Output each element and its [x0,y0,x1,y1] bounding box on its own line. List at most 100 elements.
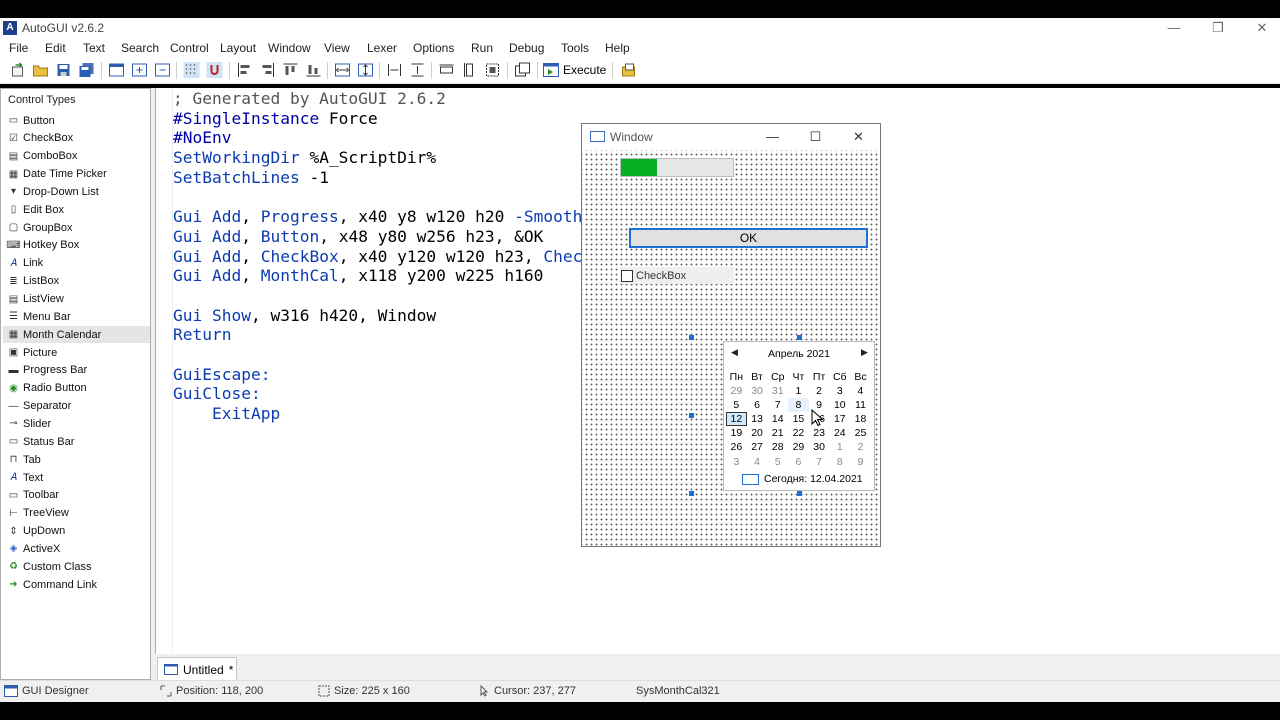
control-type-picture[interactable]: ▣ Picture [3,344,150,361]
control-type-drop-down-list[interactable]: ▾ Drop-Down List [3,183,150,200]
window-remove-icon[interactable] [154,62,171,78]
calendar-day[interactable]: 20 [747,426,768,440]
preview-window[interactable]: Window — ☐ ✕ OK CheckBox ◀ Апрель 2021 ▶… [581,123,881,547]
align-right-icon[interactable] [259,62,276,78]
menu-text[interactable]: Text [83,41,105,55]
calendar-month-label[interactable]: Апрель 2021 [724,348,874,360]
control-type-date-time-picker[interactable]: ▦ Date Time Picker [3,166,150,183]
calendar-day[interactable]: 2 [850,440,871,454]
preview-window-titlebar[interactable]: Window — ☐ ✕ [582,124,880,150]
new-file-icon[interactable] [9,62,26,78]
calendar-day[interactable]: 5 [767,455,788,469]
resize-handle-sw[interactable] [689,491,694,496]
menu-layout[interactable]: Layout [220,41,256,55]
snap-to-grid-icon[interactable] [206,62,223,78]
next-month-icon[interactable]: ▶ [861,347,868,358]
calendar-day[interactable]: 12 [726,412,747,427]
window-icon[interactable] [108,62,125,78]
calendar-day[interactable]: 5 [726,398,747,412]
calendar-day[interactable]: 6 [788,455,809,469]
grid-icon[interactable] [183,62,200,78]
calendar-day[interactable]: 28 [767,440,788,454]
control-type-updown[interactable]: ⇕ UpDown [3,523,150,540]
space-vertical-icon[interactable] [409,62,426,78]
menu-options[interactable]: Options [413,41,454,55]
control-type-listview[interactable]: ▤ ListView [3,291,150,308]
calendar-day[interactable]: 29 [788,440,809,454]
calendar-day[interactable]: 22 [788,426,809,440]
calendar-day[interactable]: 14 [767,412,788,426]
calendar-day[interactable]: 6 [747,398,768,412]
design-surface[interactable]: OK CheckBox ◀ Апрель 2021 ▶ Пн Вт Ср Чт Пт Сб… [582,150,880,546]
close-button[interactable]: ✕ [1240,18,1280,38]
center-vertical-icon[interactable] [357,62,374,78]
save-icon[interactable] [55,62,72,78]
calendar-day[interactable]: 30 [747,384,768,398]
calendar-day[interactable]: 4 [850,384,871,398]
calendar-day[interactable]: 24 [829,426,850,440]
calendar-day[interactable]: 19 [726,426,747,440]
align-bottom-icon[interactable] [305,62,322,78]
center-horizontal-icon[interactable] [334,62,351,78]
menu-tools[interactable]: Tools [561,41,589,55]
calendar-day[interactable]: 30 [809,440,830,454]
calendar-day[interactable]: 11 [850,398,871,412]
menu-view[interactable]: View [324,41,350,55]
minimize-button[interactable]: — [1152,18,1196,38]
calendar-day[interactable]: 4 [747,455,768,469]
control-type-combobox[interactable]: ▤ ComboBox [3,148,150,165]
tab-order-icon[interactable] [514,62,531,78]
control-type-hotkey-box[interactable]: ⌨ Hotkey Box [3,237,150,254]
preview-minimize-button[interactable]: — [751,124,794,150]
calendar-day[interactable]: 31 [767,384,788,398]
stretch-width-icon[interactable] [438,62,455,78]
menu-control[interactable]: Control [170,41,209,55]
space-horizontal-icon[interactable] [386,62,403,78]
calendar-day[interactable]: 3 [829,384,850,398]
calendar-day[interactable]: 27 [747,440,768,454]
control-type-button[interactable]: ▭ Button [3,112,150,129]
month-calendar[interactable]: ◀ Апрель 2021 ▶ Пн Вт Ср Чт Пт Сб Вс 29 30 31 1 2 3 4… [723,341,875,491]
checkbox-box[interactable] [621,269,633,282]
calendar-day[interactable]: 18 [850,412,871,426]
menu-lexer[interactable]: Lexer [367,41,397,55]
save-all-icon[interactable] [78,62,95,78]
control-type-checkbox[interactable]: ☑ CheckBox [3,130,150,147]
control-type-month-calendar[interactable]: ▦ Month Calendar [3,326,150,344]
tab-untitled[interactable]: Untitled * [157,657,237,681]
calendar-day[interactable]: 8 [829,455,850,469]
control-type-listbox[interactable]: ≣ ListBox [3,273,150,290]
resize-handle-nw[interactable] [689,335,694,340]
resize-handle-n[interactable] [797,335,802,340]
menu-file[interactable]: File [9,41,28,55]
calendar-day[interactable]: 21 [767,426,788,440]
calendar-day[interactable]: 23 [809,426,830,440]
calendar-day[interactable]: 9 [850,455,871,469]
execute-button[interactable]: Execute [543,60,606,80]
stretch-height-icon[interactable] [461,62,478,78]
preview-close-button[interactable]: ✕ [837,124,880,150]
same-size-icon[interactable] [484,62,501,78]
calendar-day[interactable]: 1 [788,384,809,398]
control-type-treeview[interactable]: ⊢ TreeView [3,505,150,522]
menu-window[interactable]: Window [268,41,311,55]
calendar-day[interactable]: 2 [809,384,830,398]
control-type-edit-box[interactable]: ▯ Edit Box [3,201,150,218]
control-type-slider[interactable]: ⊸ Slider [3,415,150,432]
control-type-text[interactable]: 𝐴 Text [3,469,150,486]
ok-button[interactable]: OK [629,228,868,248]
menu-edit[interactable]: Edit [45,41,66,55]
progress-bar[interactable] [620,158,734,177]
control-type-groupbox[interactable]: ▢ GroupBox [3,219,150,236]
checkbox-control[interactable]: CheckBox [620,267,734,284]
control-type-status-bar[interactable]: ▭ Status Bar [3,433,150,450]
menu-debug[interactable]: Debug [509,41,544,55]
control-type-tab[interactable]: ⊓ Tab [3,451,150,468]
calendar-today[interactable]: Сегодня: 12.04.2021 [742,473,863,485]
menu-run[interactable]: Run [471,41,493,55]
restore-button[interactable]: ❐ [1196,18,1240,38]
calendar-day[interactable]: 25 [850,426,871,440]
resize-handle-s[interactable] [797,491,802,496]
properties-icon[interactable] [620,62,637,78]
menu-search[interactable]: Search [121,41,159,55]
